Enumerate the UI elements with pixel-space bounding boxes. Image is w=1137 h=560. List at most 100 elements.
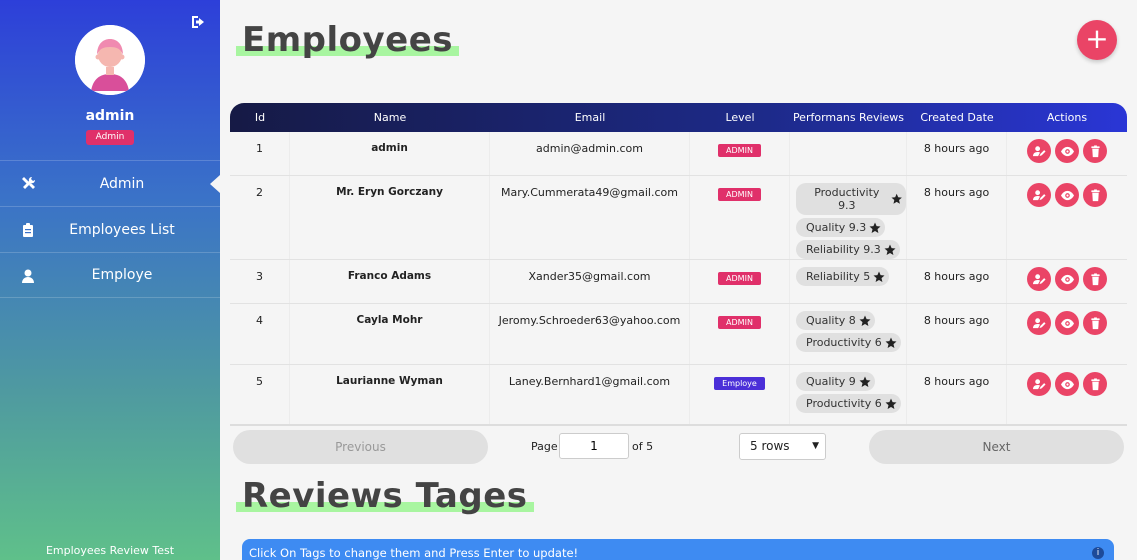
cell-created: 8 hours ago — [907, 365, 1007, 424]
view-button[interactable] — [1055, 372, 1079, 396]
view-button[interactable] — [1055, 183, 1079, 207]
column-header: Email — [574, 111, 606, 124]
edit-user-button[interactable] — [1027, 311, 1051, 335]
cell-actions — [1007, 176, 1127, 259]
previous-button[interactable]: Previous — [233, 430, 488, 464]
review-tag[interactable]: Quality 9 — [796, 372, 875, 391]
review-tag-label: Quality 8 — [806, 314, 856, 327]
edit-user-button[interactable] — [1027, 372, 1051, 396]
cell-actions — [1007, 365, 1127, 424]
page-label: Page — [531, 440, 558, 453]
star-icon — [873, 271, 885, 282]
table-row: 2 Mr. Eryn Gorczany Mary.Cummerata49@gma… — [230, 176, 1127, 260]
level-badge: Employe — [714, 377, 765, 390]
cell-name: admin — [290, 132, 490, 175]
star-icon — [859, 315, 871, 326]
cell-email: Laney.Bernhard1@gmail.com — [490, 365, 690, 424]
edit-user-icon — [1032, 273, 1046, 284]
cell-reviews: Productivity 9.3 Quality 9.3 Reliability… — [790, 176, 907, 259]
cell-email: Mary.Cummerata49@gmail.com — [490, 176, 690, 259]
star-icon — [859, 376, 871, 387]
page-title: Employees — [236, 20, 460, 60]
section-title-text: Reviews Tages — [242, 476, 528, 516]
cell-level: ADMIN — [690, 176, 790, 259]
review-tag[interactable]: Reliability 5 — [796, 267, 890, 286]
clipboard-icon — [23, 223, 33, 237]
cell-reviews — [790, 132, 907, 175]
cell-reviews: Quality 8 Productivity 6 — [790, 304, 907, 364]
delete-button[interactable] — [1083, 267, 1107, 291]
add-employee-button[interactable]: + — [1077, 20, 1117, 60]
delete-button[interactable] — [1083, 139, 1107, 163]
cell-email: Jeromy.Schroeder63@yahoo.com — [490, 304, 690, 364]
next-button[interactable]: Next — [869, 430, 1124, 464]
trash-icon — [1090, 144, 1100, 157]
star-icon — [869, 222, 881, 233]
page-number-input[interactable] — [559, 433, 629, 459]
sidebar-item-admin[interactable]: Admin — [0, 160, 220, 206]
edit-user-icon — [1032, 145, 1046, 156]
section-title-reviews: Reviews Tages — [236, 476, 534, 516]
rows-per-page-select[interactable]: 5 rows ▼ — [739, 433, 826, 460]
sidebar-nav: Admin Employees List Employe — [0, 160, 220, 298]
chevron-down-icon: ▼ — [812, 441, 819, 451]
table-header: Id Name Email Level Performans Reviews C… — [230, 103, 1127, 132]
cell-name: Laurianne Wyman — [290, 365, 490, 424]
review-tag[interactable]: Productivity 6 — [796, 394, 901, 413]
column-header: Name — [373, 111, 407, 124]
review-tag-label: Productivity 6 — [806, 397, 882, 410]
delete-button[interactable] — [1083, 183, 1107, 207]
cell-level: ADMIN — [690, 132, 790, 175]
review-tag[interactable]: Quality 8 — [796, 311, 875, 330]
column-header: Actions — [1046, 111, 1088, 124]
edit-user-button[interactable] — [1027, 183, 1051, 207]
cell-actions — [1007, 132, 1127, 175]
sidebar: admin Admin Admin Employees List Employe… — [0, 0, 220, 560]
cell-level: ADMIN — [690, 304, 790, 364]
eye-icon — [1060, 274, 1074, 284]
delete-button[interactable] — [1083, 372, 1107, 396]
review-tag-label: Productivity 9.3 — [814, 186, 880, 212]
review-tag-label: Productivity 6 — [806, 336, 882, 349]
sidebar-item-employe[interactable]: Employe — [0, 252, 220, 298]
table-row: 4 Cayla Mohr Jeromy.Schroeder63@yahoo.co… — [230, 304, 1127, 365]
level-badge: ADMIN — [718, 144, 761, 157]
star-icon — [885, 337, 897, 348]
user-role-badge: Admin — [86, 130, 134, 145]
cell-created: 8 hours ago — [907, 176, 1007, 259]
view-button[interactable] — [1055, 139, 1079, 163]
review-tag-label: Reliability 9.3 — [806, 243, 881, 256]
edit-user-icon — [1032, 189, 1046, 200]
info-icon: i — [1092, 547, 1104, 559]
cell-id: 2 — [230, 176, 290, 259]
edit-user-icon — [1032, 317, 1046, 328]
trash-icon — [1090, 377, 1100, 390]
view-button[interactable] — [1055, 311, 1079, 335]
cell-reviews: Quality 9 Productivity 6 — [790, 365, 907, 424]
review-tag-label: Quality 9 — [806, 375, 856, 388]
logout-icon[interactable] — [190, 14, 206, 30]
cell-created: 8 hours ago — [907, 304, 1007, 364]
delete-button[interactable] — [1083, 311, 1107, 335]
cell-reviews: Reliability 5 — [790, 260, 907, 303]
user-icon — [22, 269, 34, 283]
level-badge: ADMIN — [718, 188, 761, 201]
sidebar-item-employees-list[interactable]: Employees List — [0, 206, 220, 252]
table-row: 5 Laurianne Wyman Laney.Bernhard1@gmail.… — [230, 365, 1127, 426]
review-tag[interactable]: Productivity 6 — [796, 333, 901, 352]
pagination: Previous Page of 5 5 rows ▼ Next — [230, 425, 1127, 465]
edit-user-button[interactable] — [1027, 267, 1051, 291]
avatar-illustration-icon — [75, 25, 145, 95]
review-tag[interactable]: Reliability 9.3 — [796, 240, 900, 259]
cell-name: Mr. Eryn Gorczany — [290, 176, 490, 259]
review-tag-label: Reliability 5 — [806, 270, 871, 283]
trash-icon — [1090, 316, 1100, 329]
review-tag[interactable]: Productivity 9.3 — [796, 183, 906, 215]
review-tag[interactable]: Quality 9.3 — [796, 218, 886, 237]
view-button[interactable] — [1055, 267, 1079, 291]
info-alert: Click On Tags to change them and Press E… — [242, 539, 1114, 560]
edit-user-button[interactable] — [1027, 139, 1051, 163]
cell-level: ADMIN — [690, 260, 790, 303]
star-icon — [885, 398, 897, 409]
user-name: admin — [85, 108, 135, 124]
